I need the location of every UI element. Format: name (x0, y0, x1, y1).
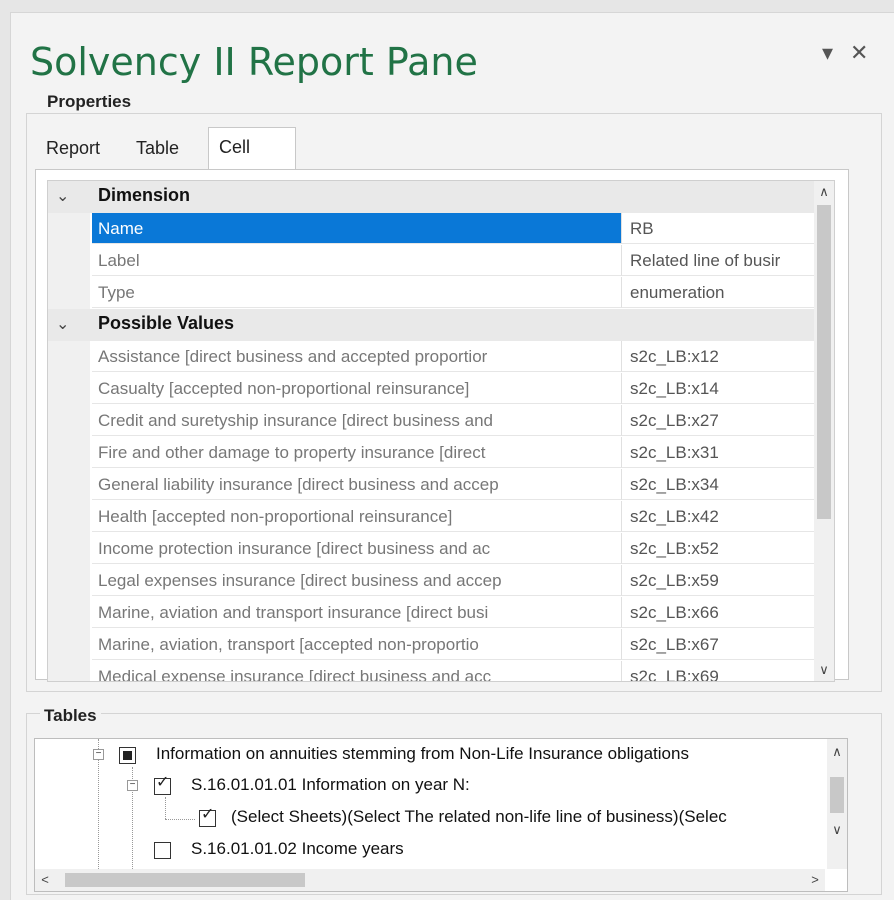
tab-report[interactable]: Report (36, 130, 110, 166)
property-value[interactable]: s2c_LB:x52 (622, 533, 834, 564)
property-grid-scrollbar[interactable]: ∧ ∨ (814, 181, 834, 681)
property-value[interactable]: s2c_LB:x69 (622, 661, 834, 681)
close-icon[interactable]: ✕ (850, 40, 868, 66)
tree-node-label[interactable]: S.16.01.01.02 Income years (191, 834, 404, 864)
scroll-right-icon[interactable]: > (805, 869, 825, 891)
property-row[interactable]: Income protection insurance [direct busi… (48, 533, 834, 565)
property-row[interactable]: Label Related line of busir (48, 245, 834, 277)
scroll-down-icon[interactable]: ∨ (814, 659, 834, 681)
property-name: Income protection insurance [direct busi… (92, 533, 622, 564)
category-label: Dimension (98, 185, 191, 205)
property-name: Marine, aviation and transport insurance… (92, 597, 622, 628)
property-value[interactable]: s2c_LB:x59 (622, 565, 834, 596)
category-dimension[interactable]: ⌄ Dimension (48, 181, 834, 213)
scrollbar-thumb[interactable] (817, 205, 831, 519)
collapse-tree-icon[interactable]: − (93, 749, 104, 760)
property-row[interactable]: Marine, aviation and transport insurance… (48, 597, 834, 629)
property-row[interactable]: Health [accepted non-proportional reinsu… (48, 501, 834, 533)
tables-tree: − Information on annuities stemming from… (34, 738, 848, 892)
property-row[interactable]: General liability insurance [direct busi… (48, 469, 834, 501)
property-row[interactable]: Marine, aviation, transport [accepted no… (48, 629, 834, 661)
tab-cell[interactable]: Cell (208, 127, 296, 171)
property-row[interactable]: Name RB (48, 213, 834, 245)
property-row[interactable]: Credit and suretyship insurance [direct … (48, 405, 834, 437)
property-value[interactable]: s2c_LB:x42 (622, 501, 834, 532)
collapse-chevron-icon[interactable]: ⌄ (56, 314, 72, 333)
property-value[interactable]: s2c_LB:x12 (622, 341, 834, 372)
tree-checkbox[interactable] (199, 804, 216, 827)
scroll-down-icon[interactable]: ∨ (827, 819, 847, 841)
property-name: General liability insurance [direct busi… (92, 469, 622, 500)
tables-horizontal-scrollbar[interactable]: < > (35, 869, 825, 891)
scrollbar-thumb[interactable] (830, 777, 844, 813)
property-row[interactable]: Casualty [accepted non-proportional rein… (48, 373, 834, 405)
property-name: Name (92, 213, 622, 244)
property-name: Credit and suretyship insurance [direct … (92, 405, 622, 436)
property-value[interactable]: Related line of busir (622, 245, 834, 276)
property-name: Casualty [accepted non-proportional rein… (92, 373, 622, 404)
tree-node-label[interactable]: (Select Sheets)(Select The related non-l… (231, 802, 727, 832)
scroll-up-icon[interactable]: ∧ (827, 741, 847, 763)
property-row[interactable]: Legal expenses insurance [direct busines… (48, 565, 834, 597)
property-value[interactable]: s2c_LB:x34 (622, 469, 834, 500)
collapse-chevron-icon[interactable]: ⌄ (56, 186, 72, 205)
property-name: Type (92, 277, 622, 308)
tree-checkbox[interactable] (154, 772, 171, 795)
property-name: Legal expenses insurance [direct busines… (92, 565, 622, 596)
tables-label: Tables (40, 706, 101, 726)
property-name: Fire and other damage to property insura… (92, 437, 622, 468)
pane-title: Solvency II Report Pane (30, 40, 478, 84)
property-row[interactable]: Fire and other damage to property insura… (48, 437, 834, 469)
property-row[interactable]: Assistance [direct business and accepted… (48, 341, 834, 373)
tables-vertical-scrollbar[interactable]: ∧ ∨ (827, 739, 847, 869)
property-name: Medical expense insurance [direct busine… (92, 661, 622, 681)
collapse-tree-icon[interactable]: − (127, 780, 138, 791)
property-row[interactable]: Medical expense insurance [direct busine… (48, 661, 834, 681)
tree-checkbox[interactable] (119, 747, 136, 764)
property-name: Assistance [direct business and accepted… (92, 341, 622, 372)
pane-menu-icon[interactable]: ▾ (822, 40, 833, 66)
properties-label: Properties (43, 92, 136, 112)
scroll-left-icon[interactable]: < (35, 869, 55, 891)
scrollbar-thumb[interactable] (65, 873, 305, 887)
property-name: Label (92, 245, 622, 276)
property-grid: ⌄ Dimension Name RB Label Related line o… (47, 180, 835, 682)
tree-node-label[interactable]: Information on annuities stemming from N… (156, 739, 689, 769)
tree-node-label[interactable]: S.16.01.01.01 Information on year N: (191, 770, 470, 800)
property-value[interactable]: RB (622, 213, 834, 244)
category-possible-values[interactable]: ⌄ Possible Values (48, 309, 834, 341)
property-value[interactable]: s2c_LB:x66 (622, 597, 834, 628)
property-value[interactable]: s2c_LB:x14 (622, 373, 834, 404)
tab-table[interactable]: Table (126, 130, 189, 166)
scroll-up-icon[interactable]: ∧ (814, 181, 834, 203)
property-value[interactable]: s2c_LB:x67 (622, 629, 834, 660)
property-row[interactable]: Type enumeration (48, 277, 834, 309)
category-label: Possible Values (98, 313, 235, 333)
property-value[interactable]: enumeration (622, 277, 834, 308)
property-name: Health [accepted non-proportional reinsu… (92, 501, 622, 532)
property-name: Marine, aviation, transport [accepted no… (92, 629, 622, 660)
property-value[interactable]: s2c_LB:x31 (622, 437, 834, 468)
property-value[interactable]: s2c_LB:x27 (622, 405, 834, 436)
tree-checkbox[interactable] (154, 842, 171, 859)
